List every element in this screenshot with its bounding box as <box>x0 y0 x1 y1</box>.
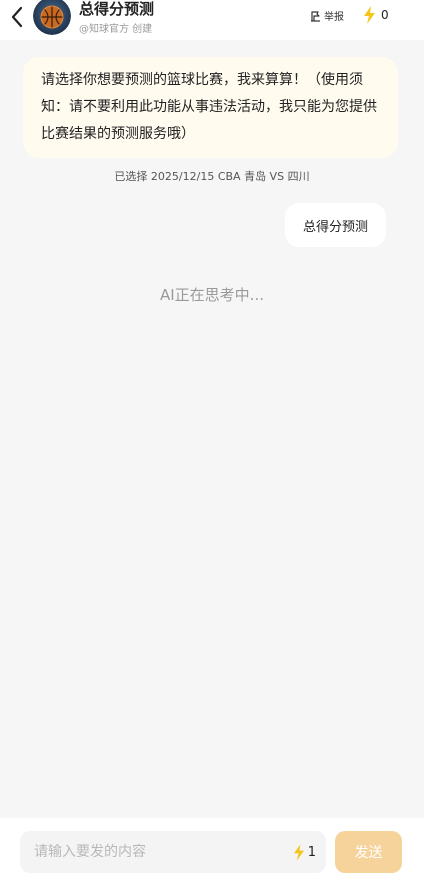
message-cost: 1 <box>293 843 316 861</box>
basketball-avatar-image <box>33 0 71 35</box>
creator-label: @知球官方 创建 <box>79 24 153 35</box>
message-input[interactable] <box>32 843 294 861</box>
composer-bar: 1 发送 <box>0 818 424 876</box>
avatar[interactable] <box>33 0 71 35</box>
chevron-left-icon <box>11 6 23 28</box>
selected-match-note: 已选择 2025/12/15 CBA 青岛 VS 四川 <box>114 170 310 183</box>
lightning-icon <box>364 6 375 24</box>
report-button[interactable]: 举报 <box>310 8 344 23</box>
back-button[interactable] <box>6 5 28 29</box>
bot-message-bubble: 请选择你想要预测的篮球比赛，我来算算！（使用须知：请不要利用此功能从事违法活动，… <box>23 57 398 158</box>
report-icon <box>311 10 320 22</box>
cost-value: 1 <box>307 844 316 860</box>
page-title: 总得分预测 <box>79 0 155 18</box>
lightning-icon <box>293 843 304 861</box>
top-bar: 总得分预测 @知球官方 创建 举报 0 <box>0 0 424 40</box>
report-label: 举报 <box>324 12 344 23</box>
send-button[interactable]: 发送 <box>335 831 402 873</box>
energy-counter[interactable]: 0 <box>364 6 389 24</box>
user-message-bubble: 总得分预测 <box>284 203 386 247</box>
ai-thinking-status: AI正在思考中... <box>160 286 264 304</box>
message-input-container[interactable]: 1 <box>20 831 326 873</box>
energy-count: 0 <box>381 8 389 22</box>
